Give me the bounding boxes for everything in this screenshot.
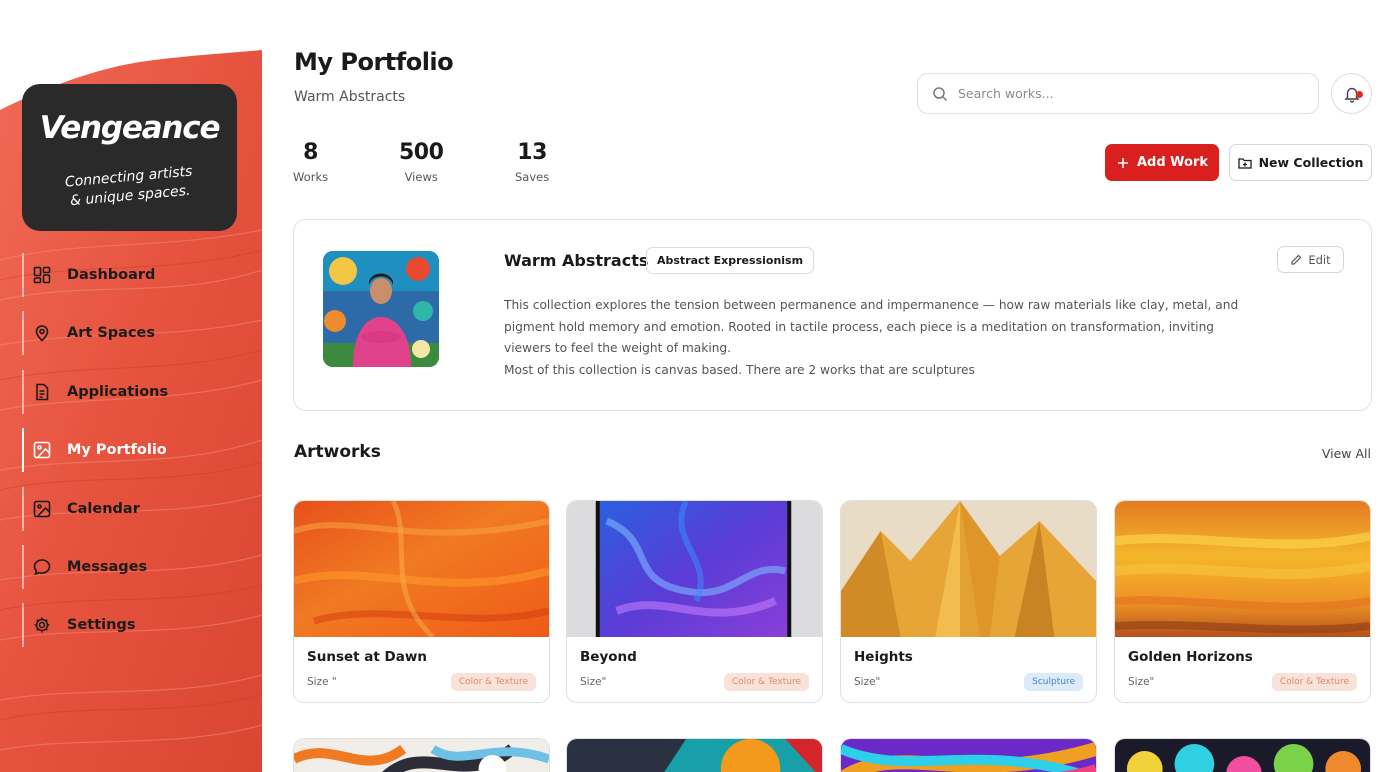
sidebar-item-label: Messages — [67, 558, 148, 575]
sidebar-item-label: Settings — [67, 617, 136, 634]
artwork-category-tag: Color & Texture — [450, 673, 536, 691]
sidebar-item-my-portfolio[interactable]: My Portfolio — [22, 428, 252, 473]
folder-plus-icon — [1237, 157, 1252, 169]
stat-label: Saves — [515, 170, 550, 184]
view-all-link[interactable]: View All — [1322, 446, 1371, 461]
sidebar-item-calendar[interactable]: Calendar — [22, 486, 252, 531]
artwork-size: Size " — [307, 676, 337, 688]
artwork-card[interactable] — [566, 738, 823, 772]
artwork-card[interactable]: Beyond Size" Color & Texture — [566, 500, 823, 703]
sidebar-item-settings[interactable]: Settings — [22, 603, 252, 648]
collection-description-line: This collection explores the tension bet… — [504, 298, 1239, 312]
new-collection-button[interactable]: New Collection — [1229, 144, 1372, 181]
search-box[interactable] — [917, 73, 1319, 114]
stat-label: Views — [404, 170, 438, 184]
notification-button[interactable] — [1331, 73, 1372, 114]
artwork-title: Beyond — [580, 649, 637, 665]
artwork-image — [841, 501, 1096, 637]
edit-label: Edit — [1308, 252, 1331, 267]
collection-name: Warm Abstracts — [504, 251, 649, 270]
search-icon — [933, 86, 948, 101]
artwork-title: Heights — [854, 649, 913, 665]
sidebar-nav: Dashboard Art Spaces Applications My Por… — [22, 253, 252, 662]
collection-card: Warm Abstracts Abstract Expressionism Ed… — [293, 219, 1372, 411]
artwork-title: Sunset at Dawn — [307, 649, 427, 665]
add-work-label: Add Work — [1136, 155, 1209, 170]
artwork-card[interactable]: Golden Horizons Size" Color & Texture — [1114, 500, 1371, 703]
collection-description-line: Most of this collection is canvas based.… — [504, 362, 975, 377]
artwork-size: Size" — [580, 676, 607, 688]
sidebar-item-applications[interactable]: Applications — [22, 369, 252, 414]
search-input[interactable] — [958, 86, 1288, 101]
image-icon — [33, 500, 51, 518]
map-pin-icon — [33, 324, 51, 342]
new-collection-label: New Collection — [1258, 155, 1364, 170]
artwork-image — [841, 739, 1096, 772]
sidebar: Vengeance Connecting artists & unique sp… — [0, 0, 262, 772]
sidebar-item-label: Applications — [67, 383, 169, 400]
artwork-title: Golden Horizons — [1128, 649, 1253, 665]
sidebar-item-art-spaces[interactable]: Art Spaces — [22, 311, 252, 356]
collection-description-line: viewers to feel the weight of making. — [504, 341, 732, 355]
dashboard-icon — [33, 266, 51, 284]
artwork-card[interactable]: Sunset at Dawn Size " Color & Texture — [293, 500, 550, 703]
artwork-size: Size" — [854, 676, 881, 688]
collection-description-line: pigment hold memory and emotion. Rooted … — [504, 319, 1215, 334]
brand-card: Vengeance Connecting artists & unique sp… — [22, 84, 237, 231]
stat-value: 8 — [303, 140, 318, 165]
add-work-button[interactable]: Add Work — [1105, 144, 1219, 181]
artwork-image — [1115, 739, 1370, 772]
notification-dot — [1356, 91, 1363, 98]
brand-tagline: Connecting artists & unique spaces. — [21, 159, 238, 216]
sidebar-item-label: Art Spaces — [67, 325, 156, 342]
stat-label: Works — [293, 170, 329, 184]
artwork-category-tag: Sculpture — [1024, 673, 1083, 691]
pencil-icon — [1291, 254, 1302, 265]
stat-works: 8 Works — [293, 140, 328, 184]
sidebar-item-label: Dashboard — [67, 267, 156, 283]
edit-collection-button[interactable]: Edit — [1277, 246, 1344, 273]
document-icon — [33, 383, 51, 401]
sidebar-item-messages[interactable]: Messages — [22, 544, 252, 589]
sidebar-item-label: Calendar — [67, 500, 140, 517]
artwork-image — [294, 501, 549, 637]
stat-views: 500 Views — [399, 140, 444, 184]
sidebar-item-label: My Portfolio — [67, 442, 167, 459]
collection-description: This collection explores the tension bet… — [504, 295, 1244, 381]
stat-value: 13 — [517, 140, 547, 165]
artwork-image — [567, 501, 822, 637]
page-title: My Portfolio — [294, 48, 454, 76]
stat-value: 500 — [399, 140, 444, 165]
sidebar-item-dashboard[interactable]: Dashboard — [22, 253, 252, 297]
brand-name: Vengeance — [39, 110, 221, 146]
artwork-card[interactable] — [840, 738, 1097, 772]
artwork-card[interactable]: Heights Size" Sculpture — [840, 500, 1097, 703]
artwork-size: Size" — [1128, 676, 1155, 688]
chat-bubble-icon — [33, 558, 51, 576]
artwork-image — [567, 739, 822, 772]
stat-saves: 13 Saves — [515, 140, 549, 184]
plus-icon — [1117, 157, 1128, 168]
artwork-card[interactable] — [1114, 738, 1371, 772]
collection-cover-image — [323, 251, 439, 367]
collection-genre-tag: Abstract Expressionism — [646, 247, 815, 274]
artwork-card[interactable] — [293, 738, 550, 772]
artwork-image — [1115, 501, 1370, 637]
artwork-category-tag: Color & Texture — [1271, 673, 1357, 691]
gear-icon — [33, 616, 51, 634]
artworks-section-title: Artworks — [294, 442, 381, 462]
image-icon — [33, 441, 51, 459]
artwork-image — [294, 739, 549, 772]
page-subtitle: Warm Abstracts — [294, 89, 406, 105]
artwork-category-tag: Color & Texture — [723, 673, 809, 691]
